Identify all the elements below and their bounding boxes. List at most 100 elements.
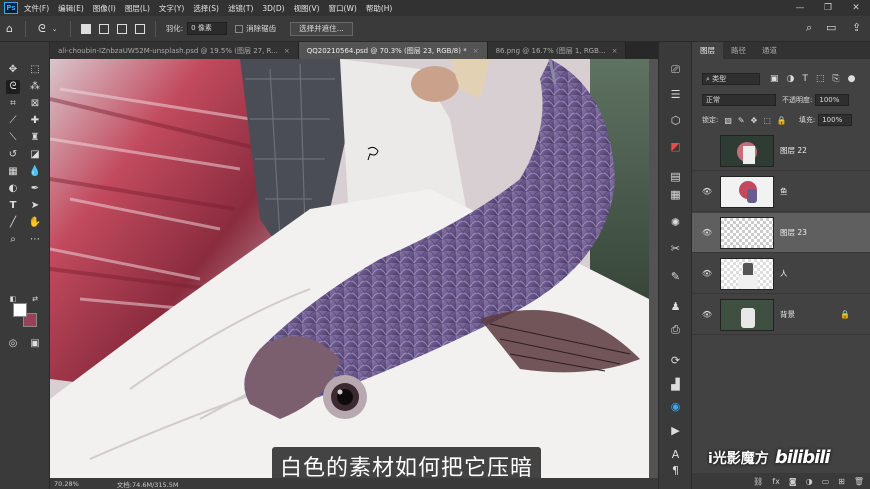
layer-name[interactable]: 图层 22 [780,145,807,156]
gradient-panel-icon[interactable]: ▤ [667,168,684,184]
delete-layer-icon[interactable]: 🗑 [854,477,864,486]
tab-document-3[interactable]: 86.png @ 16.7% (图层 1, RGB... × [487,42,627,59]
home-icon[interactable]: ⌂ [6,22,13,35]
color-panel-icon[interactable]: ◩ [667,138,684,154]
share-icon[interactable]: ⇪ [852,21,861,34]
search-icon[interactable]: ⌕ [806,21,812,35]
new-selection-icon[interactable] [80,23,91,34]
frame-tool-icon[interactable]: ⊠ [28,97,42,111]
magic-wand-icon[interactable]: ⁂ [28,80,42,94]
dodge-tool-icon[interactable]: ◐ [6,182,20,196]
menu-filter[interactable]: 滤镜(T) [228,3,253,14]
move-tool-icon[interactable]: ✥ [6,63,20,77]
layer-row-fish[interactable]: 👁 鱼 [692,172,870,212]
close-icon[interactable]: × [284,47,290,55]
play-action-icon[interactable]: ▶ [667,422,684,438]
line-tool-icon[interactable]: ╱ [6,216,20,230]
history-brush-icon[interactable]: ↺ [6,148,20,162]
tab-paths[interactable]: 路径 [723,42,754,59]
layer-filter-select[interactable]: ⌕ 类型 [702,73,760,85]
menu-type[interactable]: 文字(Y) [159,3,184,14]
layer-name[interactable]: 鱼 [780,186,788,197]
layer-name[interactable]: 图层 23 [780,227,807,238]
document-canvas[interactable] [50,59,649,478]
navigator-icon[interactable]: ◉ [667,398,684,414]
pen-tool-icon[interactable]: ✒ [28,182,42,196]
zoom-tool-icon[interactable]: ⌕ [6,233,20,247]
layer-name[interactable]: 人 [780,268,788,279]
eraser-tool-icon[interactable]: ◪ [28,148,42,162]
3d-panel-icon[interactable]: ⬡ [667,112,684,128]
tab-document-2[interactable]: QQ20210564.psd @ 70.3% (图层 23, RGB/8) * … [298,42,488,59]
history-panel-icon[interactable]: ⎚ [667,62,684,78]
eye-icon[interactable]: 👁 [700,228,714,237]
lasso-tool-icon[interactable]: ᘓ [38,22,46,36]
lock-artboard-icon[interactable]: ⬚ [763,116,771,125]
menu-layer[interactable]: 图层(L) [125,3,150,14]
new-layer-icon[interactable]: ⊞ [838,477,845,486]
menu-help[interactable]: 帮助(H) [366,3,393,14]
filter-pixel-icon[interactable]: ▣ [770,74,779,84]
add-selection-icon[interactable] [98,23,109,34]
crop-tool-icon[interactable]: ⌗ [6,97,20,111]
add-mask-icon[interactable]: ◙ [789,477,797,486]
menu-3d[interactable]: 3D(D) [262,4,284,13]
blur-tool-icon[interactable]: 💧 [28,165,42,179]
brush-tool-icon[interactable]: ⟍ [6,131,20,145]
marquee-tool-icon[interactable]: ⬚ [28,63,42,77]
tab-document-1[interactable]: ali-choubin-IZnbzaUW52M-unsplash.psd @ 1… [50,42,299,59]
layer-row-background[interactable]: 👁 背景 🔒 [692,295,870,335]
workspace-icon[interactable]: ▭ [826,21,836,34]
paragraph-styles-icon[interactable]: ⎙ [667,322,684,338]
adjustment-layer-icon[interactable]: ◑ [806,477,813,486]
zoom-level[interactable]: 70.28% [54,480,79,488]
brushes-panel-icon[interactable]: ✎ [667,268,684,284]
healing-brush-icon[interactable]: ✚ [28,114,42,128]
paragraph-panel-icon[interactable]: ¶ [667,462,684,478]
eye-icon[interactable]: 👁 [700,310,714,319]
new-group-icon[interactable]: ▭ [822,477,830,486]
chevron-down-icon[interactable]: ⌄ [52,25,58,33]
menu-select[interactable]: 选择(S) [193,3,219,14]
swap-colors-icon[interactable]: ⇄ [28,292,42,306]
eye-icon[interactable]: 👁 [700,269,714,278]
link-layers-icon[interactable]: ⛓ [753,477,763,486]
menu-view[interactable]: 视图(V) [294,3,320,14]
character-panel-icon[interactable]: A [667,446,684,462]
layer-name[interactable]: 背景 [780,309,795,320]
layer-row-23[interactable]: 👁 图层 23 [692,213,870,253]
filter-type-icon[interactable]: T [802,74,808,84]
path-select-icon[interactable]: ➤ [28,199,42,213]
menu-image[interactable]: 图像(I) [93,3,116,14]
antialias-checkbox[interactable] [235,24,244,33]
filter-toggle-icon[interactable]: ● [848,74,856,84]
lock-transparent-icon[interactable]: ▧ [724,116,732,125]
menu-window[interactable]: 窗口(W) [329,3,357,14]
layer-row-person[interactable]: 👁 人 [692,254,870,294]
screen-mode-icon[interactable]: ▣ [28,337,42,351]
adjustments-icon[interactable]: ☰ [667,86,684,102]
menu-file[interactable]: 文件(F) [24,3,49,14]
actions-panel-icon[interactable]: ⟳ [667,352,684,368]
tab-channels[interactable]: 通道 [754,42,785,59]
close-icon[interactable]: × [473,47,479,55]
filter-smart-icon[interactable]: ⎘ [832,74,839,84]
intersect-selection-icon[interactable] [134,23,145,34]
gradient-tool-icon[interactable]: ▦ [6,165,20,179]
close-icon[interactable]: × [612,47,618,55]
menu-edit[interactable]: 编辑(E) [58,3,84,14]
layer-style-icon[interactable]: fx [772,477,780,486]
filter-adjustment-icon[interactable]: ◑ [787,74,795,84]
feather-input[interactable]: 0 像素 [187,22,228,35]
tool-presets-icon[interactable]: ✂ [667,240,684,256]
filter-shape-icon[interactable]: ⬚ [816,74,825,84]
eye-icon[interactable]: 👁 [700,187,714,196]
quick-mask-mode-icon[interactable]: ◎ [6,337,20,351]
more-tools-icon[interactable]: ⋯ [28,233,42,247]
select-and-mask-button[interactable]: 选择并遮住... [290,21,353,36]
close-window-button[interactable]: ✕ [842,0,870,16]
subtract-selection-icon[interactable] [116,23,127,34]
lasso-tool-icon[interactable]: ᘓ [6,80,20,94]
brush-settings-icon[interactable]: ✺ [667,214,684,230]
lock-all-icon[interactable]: 🔒 [777,116,787,125]
